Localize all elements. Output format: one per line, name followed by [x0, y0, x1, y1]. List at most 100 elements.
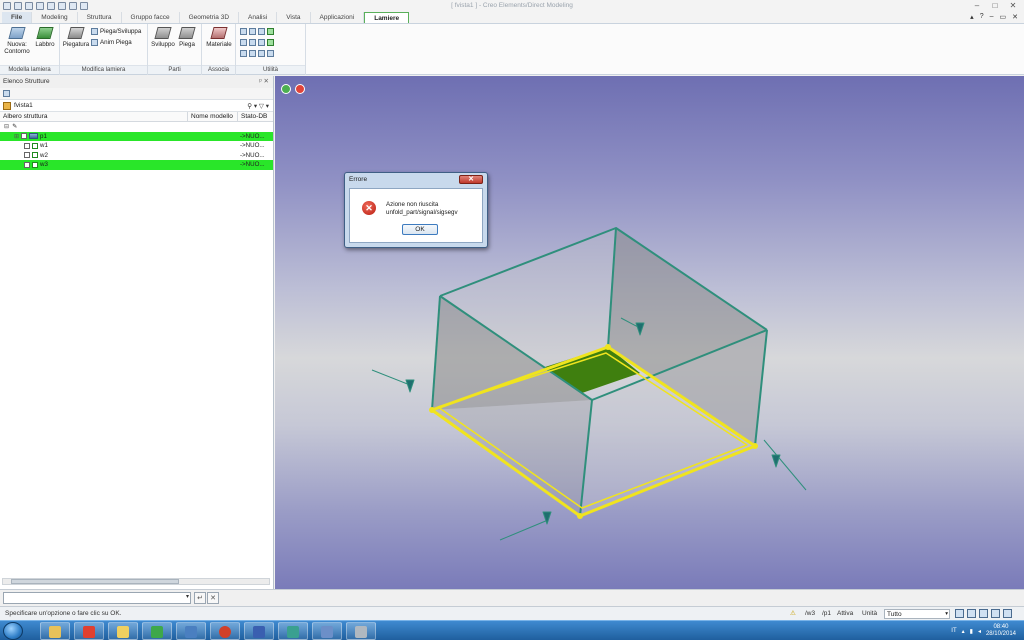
window-icon[interactable] — [1003, 609, 1012, 618]
panel-minimize-icon[interactable]: – — [990, 13, 994, 21]
status-state: Attiva — [837, 610, 854, 617]
taskbar-app-gray[interactable] — [346, 622, 376, 640]
visibility-checkbox[interactable] — [24, 142, 30, 149]
tab-geometria-3d[interactable]: Geometria 3D — [180, 12, 240, 23]
tab-vista[interactable]: Vista — [277, 12, 311, 23]
taskbar-app-red[interactable] — [74, 622, 104, 640]
tab-modeling[interactable]: Modeling — [32, 12, 78, 23]
collapse-ribbon-icon[interactable]: ▴ — [970, 13, 974, 21]
anim-piega-button[interactable]: Anim Piega — [91, 39, 132, 46]
taskbar-chrome[interactable] — [210, 622, 240, 640]
taskbar-explorer[interactable] — [40, 622, 70, 640]
taskbar-creo[interactable] — [244, 622, 274, 640]
unfold-icon — [154, 27, 172, 39]
tree-row[interactable]: w3 ->NUO... — [0, 160, 273, 170]
piegatura-button[interactable]: Piegatura — [62, 27, 90, 48]
expand-icon[interactable]: ⊞ — [14, 133, 19, 140]
tab-applicazioni[interactable]: Applicazioni — [311, 12, 365, 23]
start-button[interactable] — [3, 622, 23, 640]
network-icon[interactable]: ▮ — [970, 628, 973, 635]
tool-icon[interactable] — [258, 39, 265, 46]
table-icon[interactable] — [249, 39, 256, 46]
materiale-button[interactable]: Materiale — [204, 27, 234, 48]
grid-icon[interactable] — [267, 50, 274, 57]
color-icon[interactable] — [267, 39, 274, 46]
back-icon[interactable] — [979, 609, 988, 618]
scrollbar-thumb[interactable] — [11, 579, 179, 584]
visibility-checkbox[interactable] — [24, 161, 30, 168]
binoculars-filter-icon[interactable]: ⚲ ▾ ▽ ▾ — [247, 102, 269, 110]
taskbar-app-navy[interactable] — [312, 622, 342, 640]
visibility-checkbox[interactable] — [21, 133, 28, 140]
sheet-icon — [8, 27, 26, 39]
tab-analisi[interactable]: Analisi — [239, 12, 278, 23]
clock[interactable]: 08:40 28/10/2014 — [986, 624, 1016, 638]
app-icon — [321, 626, 333, 638]
ribbon: Nuova: Contorno Labbro Modella lamiera P… — [0, 24, 1024, 75]
nuova-contorno-button[interactable]: Nuova: Contorno — [3, 27, 31, 55]
layout-icon[interactable] — [955, 609, 964, 618]
help-icon[interactable]: ? — [980, 13, 984, 21]
selection-mode-select[interactable]: Tutto ▾ — [884, 609, 950, 619]
tab-gruppo-facce[interactable]: Gruppo facce — [122, 12, 180, 23]
forward-icon[interactable] — [991, 609, 1000, 618]
maximize-icon[interactable]: □ — [986, 0, 1004, 11]
taskbar-app-yellow[interactable] — [108, 622, 138, 640]
export-icon[interactable] — [249, 50, 256, 57]
enter-icon[interactable]: ↵ — [194, 592, 206, 604]
collapse-icon[interactable]: ⊟ — [4, 123, 9, 130]
piega-sviluppa-button[interactable]: Piega/Sviluppa — [91, 28, 141, 35]
tree-filter-icon[interactable] — [3, 90, 10, 97]
tree-row[interactable]: ⊞ p1 ->NUO... — [0, 131, 273, 141]
minimize-icon[interactable]: – — [968, 0, 986, 11]
taskbar-app-blue[interactable] — [176, 622, 206, 640]
col-nome-modello[interactable]: Nome modello — [188, 112, 238, 121]
clear-icon[interactable]: ✕ — [207, 592, 219, 604]
piega-button[interactable]: Piega — [176, 27, 198, 48]
structure-root-name[interactable]: fvista1 — [14, 102, 33, 109]
settings-icon[interactable] — [240, 50, 247, 57]
select-icon[interactable] — [249, 28, 256, 35]
panel-close-icon[interactable]: ✕ — [1012, 13, 1018, 21]
tree-row-name: w2 — [40, 151, 48, 159]
app-icon — [287, 626, 299, 638]
sviluppo-button[interactable]: Sviluppo — [150, 27, 176, 48]
panel-restore-icon[interactable]: ▭ — [1000, 13, 1007, 21]
volume-icon[interactable]: ◂ — [978, 628, 981, 635]
dialog-message-detail: unfold_part/signal/sigsegv — [386, 209, 458, 216]
tree-root-row[interactable]: ⊟ ✎ — [0, 122, 273, 132]
pencil-icon: ✎ — [12, 123, 18, 131]
check-icon[interactable] — [240, 39, 247, 46]
chevron-down-icon[interactable]: ▾ — [186, 593, 189, 600]
animate-bend-icon — [91, 39, 98, 46]
tab-struttura[interactable]: Struttura — [78, 12, 122, 23]
labbro-button[interactable]: Labbro — [32, 27, 58, 48]
app-icon — [355, 626, 367, 638]
view-icon[interactable] — [267, 28, 274, 35]
grid-toggle-icon[interactable] — [967, 609, 976, 618]
feature-icon[interactable] — [258, 28, 265, 35]
ribbon-right-controls: ▴ ? – ▭ ✕ — [970, 13, 1018, 21]
tree-row[interactable]: w1 ->NUO... — [0, 141, 273, 151]
tray-arrow-icon[interactable]: ▴ — [962, 628, 965, 635]
taskbar-app-green[interactable] — [142, 622, 172, 640]
pin-icon[interactable]: ᵖ ✕ — [259, 76, 269, 88]
tab-file[interactable]: File — [2, 12, 33, 23]
col-stato-db[interactable]: Stato-DB — [238, 112, 272, 121]
taskbar-app-teal[interactable] — [278, 622, 308, 640]
structure-panel: Elenco Strutture ᵖ ✕ fvista1 ⚲ ▾ ▽ ▾ Alb… — [0, 76, 274, 589]
ok-button[interactable]: OK — [402, 224, 438, 235]
close-icon[interactable]: ✕ — [1004, 0, 1022, 11]
tab-lamiere[interactable]: Lamiere — [364, 12, 410, 23]
3d-viewport[interactable] — [275, 76, 1024, 589]
house-icon[interactable] — [258, 50, 265, 57]
command-input[interactable]: ▾ — [3, 592, 191, 604]
horizontal-scrollbar[interactable] — [2, 578, 270, 585]
tree-row[interactable]: w2 ->NUO... — [0, 151, 273, 161]
app-icon — [83, 626, 95, 638]
measure-icon[interactable] — [240, 28, 247, 35]
language-indicator[interactable]: IT — [951, 628, 956, 634]
col-albero[interactable]: Albero struttura — [0, 112, 188, 121]
dialog-close-button[interactable]: ✕ — [459, 175, 483, 184]
visibility-checkbox[interactable] — [24, 152, 30, 159]
